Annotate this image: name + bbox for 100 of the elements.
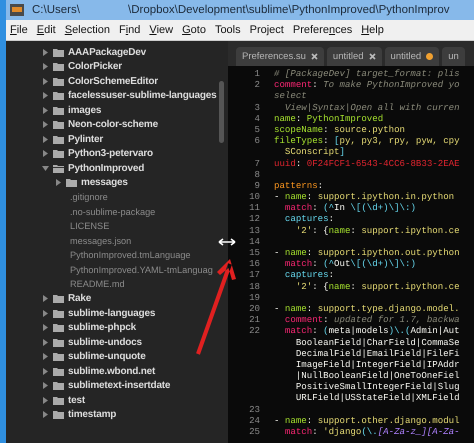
collapsed-arrow-icon[interactable] [42, 411, 49, 418]
file-name[interactable]: messages.json [55, 236, 132, 246]
collapsed-arrow-icon[interactable] [42, 63, 49, 70]
tab-label: Preferences.su [242, 51, 306, 62]
collapsed-arrow-icon[interactable] [42, 92, 49, 100]
line-number: 18 [248, 280, 260, 292]
code-line: captures: [284, 269, 334, 281]
collapsed-arrow-icon[interactable] [42, 150, 49, 158]
folder-name[interactable]: PythonImproved [68, 162, 144, 174]
editor-area[interactable] [228, 66, 474, 443]
folder-name[interactable]: sublime-languages [68, 308, 156, 319]
code-line: fileTypes: [py, py3, rpy, pyw, cpy [274, 135, 460, 146]
file-name[interactable]: .no-sublime-package [55, 206, 156, 217]
code-line: match: (^In \[(\d+)\]\:) [284, 202, 416, 214]
folder-icon [53, 164, 64, 173]
folder-name[interactable]: test [68, 394, 85, 406]
menu-item[interactable]: File [10, 24, 28, 36]
folder-icon [53, 106, 64, 115]
code-line: - name: support.ipython.out.python [274, 247, 460, 258]
collapsed-arrow-icon[interactable] [42, 353, 49, 360]
folder-name[interactable]: Pylinter [68, 134, 104, 145]
folder-name[interactable]: ColorPicker [68, 61, 122, 72]
folder-name[interactable]: sublimetext-insertdate [68, 380, 170, 392]
scrollbar-thumb[interactable] [219, 81, 224, 143]
collapsed-arrow-icon[interactable] [42, 295, 49, 302]
menu-item[interactable]: Selection [64, 24, 110, 36]
menu-item[interactable]: Goto [182, 24, 206, 36]
menu-item[interactable]: Tools [214, 24, 241, 36]
collapsed-arrow-icon[interactable] [42, 310, 49, 317]
file-name[interactable]: README.md [55, 279, 125, 290]
tab-label: untitled [390, 51, 422, 62]
collapsed-arrow-icon[interactable] [42, 396, 49, 404]
collapsed-arrow-icon[interactable] [42, 136, 49, 143]
code-line: URLField|USStateField|XMLField [294, 392, 460, 404]
folder-icon [53, 48, 64, 57]
resize-cursor-icon [218, 238, 236, 246]
menu-item[interactable]: Project [250, 24, 284, 36]
folder-name[interactable]: images [68, 104, 102, 116]
code-line: uuid: 0F24FCF1-6543-4CC6-8B33-2EAE [274, 158, 460, 169]
collapsed-arrow-icon[interactable] [42, 368, 49, 375]
collapsed-arrow-icon[interactable] [55, 179, 62, 186]
expanded-arrow-icon[interactable] [42, 164, 49, 172]
folder-name[interactable]: AAAPackageDev [68, 46, 146, 58]
line-number: 24 [248, 414, 260, 426]
folder-name[interactable]: facelessuser-sublime-languages [68, 90, 217, 102]
collapsed-arrow-icon[interactable] [42, 324, 49, 332]
line-number: 10 [248, 191, 260, 202]
folder-name[interactable]: sublime-phpck [68, 322, 136, 334]
line-number: 21 [248, 314, 260, 326]
app-icon [10, 4, 24, 16]
code-line: comment: updated for 1.7, backwa [284, 314, 460, 326]
code-line: View|Syntax|Open all with curren [284, 102, 460, 113]
code-line: PositiveSmallIntegerField|Slug [294, 381, 460, 392]
file-name[interactable]: .gitignore [55, 192, 108, 202]
folder-name[interactable]: messages [81, 177, 128, 188]
folder-icon [53, 120, 64, 130]
close-icon[interactable] [310, 53, 318, 60]
folder-name[interactable]: Python3-petervaro [68, 148, 153, 160]
collapsed-arrow-icon[interactable] [42, 78, 49, 85]
folder-icon [53, 76, 64, 86]
menu-item[interactable]: View [149, 24, 174, 36]
folder-icon [53, 62, 64, 72]
collapsed-arrow-icon[interactable] [42, 48, 49, 56]
folder-name[interactable]: Neon-color-scheme [68, 119, 158, 130]
menu-item[interactable]: Preferences [292, 24, 352, 36]
tab[interactable]: untitled [384, 47, 440, 66]
tab[interactable]: untitled [326, 47, 382, 66]
code-line: # [PackageDev] target_format: plis [274, 68, 460, 80]
menu-item[interactable]: Edit [36, 24, 56, 36]
collapsed-arrow-icon[interactable] [42, 106, 49, 114]
folder-icon [53, 366, 64, 376]
line-number: 16 [248, 258, 260, 270]
folder-icon [53, 381, 64, 390]
menu-item[interactable]: Help [361, 24, 384, 36]
folder-name[interactable]: sublime-undocs [68, 336, 142, 348]
collapsed-arrow-icon[interactable] [42, 121, 49, 128]
tab[interactable]: un [442, 47, 465, 66]
folder-name[interactable]: sublime.wbond.net [68, 366, 156, 377]
file-name[interactable]: LICENSE [55, 221, 110, 232]
collapsed-arrow-icon[interactable] [42, 338, 49, 346]
menu-item[interactable]: Find [118, 24, 140, 36]
folder-icon [53, 308, 64, 318]
folder-name[interactable]: Rake [68, 293, 92, 304]
code-line: select [274, 90, 307, 102]
window-title: \Dropbox\Development\sublime\PythonImproved\PythonImprov [128, 4, 450, 16]
close-icon[interactable] [368, 53, 376, 60]
file-name[interactable]: PythonImproved.tmLanguage [55, 250, 191, 260]
line-number: 5 [254, 124, 260, 136]
collapsed-arrow-icon[interactable] [42, 382, 49, 390]
window-title: C:\Users\ [32, 4, 81, 16]
folder-name[interactable]: sublime-unquote [68, 351, 146, 362]
tab[interactable]: Preferences.su [236, 47, 324, 66]
folder-name[interactable]: ColorSchemeEditor [68, 76, 158, 87]
file-name[interactable]: PythonImproved.YAML-tmLanguag [55, 264, 213, 275]
folder-name[interactable]: timestamp [68, 409, 116, 420]
code-line: - name: support.ipython.in.python [274, 191, 454, 202]
line-number: 19 [248, 292, 260, 303]
code-line: ImageField|IntegerField|IPAddr [294, 358, 460, 370]
folder-icon [53, 91, 64, 100]
code-line: match: 'django(\.[A-Za-z_][A-Za- [284, 426, 460, 438]
